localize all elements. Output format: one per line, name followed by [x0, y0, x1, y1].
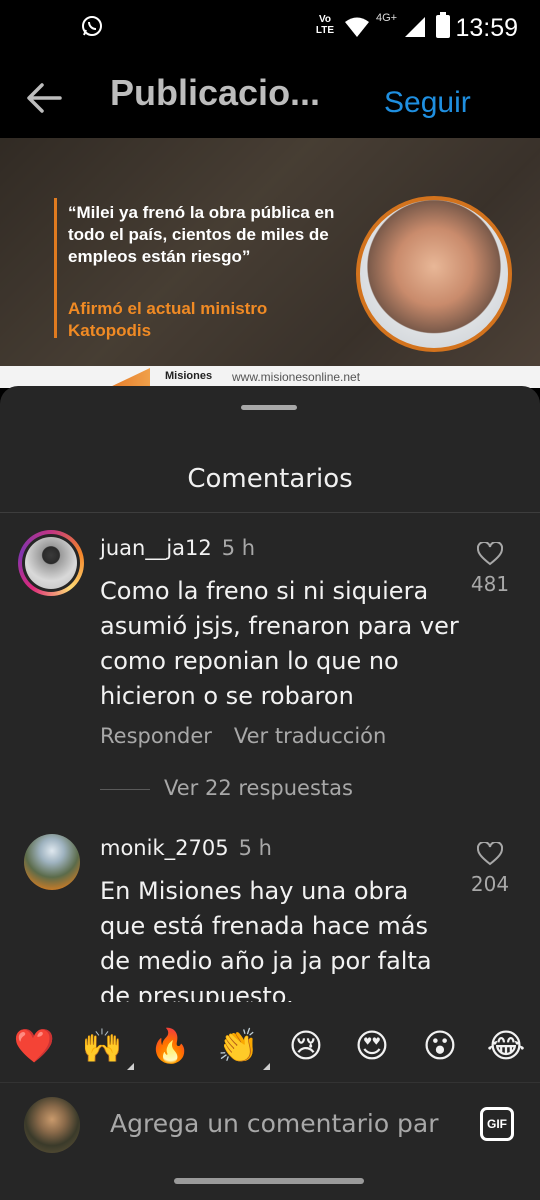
- heart-icon[interactable]: [477, 542, 503, 566]
- comment-time: 5 h: [238, 836, 272, 860]
- volte-icon: Vo LTE: [315, 14, 335, 36]
- red-heart-emoji[interactable]: ❤️: [10, 1024, 58, 1068]
- post-portrait: [356, 196, 512, 352]
- source-url: www.misionesonline.net: [232, 370, 361, 384]
- raising-hands-emoji[interactable]: 🙌: [78, 1024, 134, 1070]
- comments-title: Comentarios: [187, 464, 353, 494]
- post-quote-text: “Milei ya frenó la obra pública en todo …: [68, 203, 335, 266]
- comment-time: 5 h: [221, 536, 256, 560]
- clapping-hands-glyph[interactable]: 👏: [217, 1026, 258, 1065]
- post-source-strip: Misiones www.misionesonline.net: [0, 366, 540, 388]
- gif-button[interactable]: GIF: [480, 1107, 514, 1141]
- fire-emoji[interactable]: 🔥: [146, 1024, 194, 1068]
- quote-accent-bar: [54, 198, 57, 338]
- app-bar: Publicacio... Seguir: [0, 56, 540, 138]
- avatar[interactable]: [18, 530, 84, 596]
- like-control[interactable]: 204: [466, 842, 514, 896]
- like-count: 481: [470, 572, 510, 596]
- wifi-icon: [345, 17, 369, 37]
- comment-input[interactable]: Agrega un comentario par: [110, 1109, 439, 1138]
- comment-username[interactable]: monik_2705 5 h: [100, 836, 272, 860]
- comment-text: En Misiones hay una obra que está frenad…: [100, 877, 432, 1002]
- comment-text: Como la freno si ni siquiera asumió jsjs…: [100, 577, 459, 710]
- username-text[interactable]: monik_2705: [100, 836, 229, 860]
- heart-icon[interactable]: [477, 842, 503, 866]
- like-control[interactable]: 481: [466, 542, 514, 596]
- back-arrow-icon[interactable]: [24, 78, 64, 118]
- surprised-face-emoji[interactable]: 😮: [416, 1024, 464, 1068]
- reply-button[interactable]: Responder: [100, 724, 212, 748]
- source-logo: Misiones: [165, 370, 213, 382]
- comment-username[interactable]: juan__ja12 5 h: [100, 536, 255, 560]
- status-bar: Vo LTE 4G+ 13:59: [0, 0, 540, 56]
- post-image[interactable]: “Milei ya frenó la obra pública en todo …: [0, 138, 540, 388]
- variant-indicator-icon: [263, 1063, 270, 1070]
- sheet-divider: [0, 512, 540, 513]
- page-title: Publicacio...: [110, 72, 321, 113]
- view-replies-button[interactable]: Ver 22 respuestas: [100, 776, 353, 800]
- follow-button[interactable]: Seguir: [384, 86, 471, 118]
- avatar-photo: [25, 537, 77, 589]
- variant-indicator-icon: [127, 1063, 134, 1070]
- crying-face-emoji[interactable]: 😢: [282, 1024, 330, 1068]
- clapping-hands-emoji[interactable]: 👏: [214, 1024, 270, 1070]
- heart-eyes-emoji[interactable]: 😍: [348, 1024, 396, 1068]
- replies-line: [100, 788, 150, 790]
- current-user-avatar: [24, 1097, 80, 1153]
- source-orange-shape: [108, 368, 150, 388]
- battery-icon: [436, 12, 450, 38]
- system-nav-bar: [0, 1166, 540, 1200]
- comment-actions: Responder Ver traducción: [100, 724, 408, 748]
- signal-icon: [405, 17, 425, 37]
- like-count: 204: [470, 872, 510, 896]
- tears-of-joy-emoji[interactable]: 😂: [482, 1024, 530, 1068]
- status-time: 13:59: [455, 14, 518, 42]
- view-replies-label[interactable]: Ver 22 respuestas: [164, 776, 353, 800]
- comment-composer: Agrega un comentario par GIF: [0, 1082, 540, 1167]
- post-attribution-text: Afirmó el actual ministro Katopodis: [68, 299, 268, 340]
- whatsapp-icon: [82, 16, 102, 36]
- see-translation-button[interactable]: Ver traducción: [234, 724, 386, 748]
- network-type-label: 4G+: [376, 12, 398, 24]
- raising-hands-glyph[interactable]: 🙌: [81, 1026, 122, 1065]
- avatar[interactable]: [24, 834, 80, 890]
- sheet-drag-handle[interactable]: [241, 405, 297, 410]
- home-gesture-pill[interactable]: [174, 1178, 364, 1184]
- quick-reactions-bar: ❤️ 🙌 🔥 👏 😢 😍 😮 😂: [0, 1012, 540, 1082]
- username-text[interactable]: juan__ja12: [100, 536, 212, 560]
